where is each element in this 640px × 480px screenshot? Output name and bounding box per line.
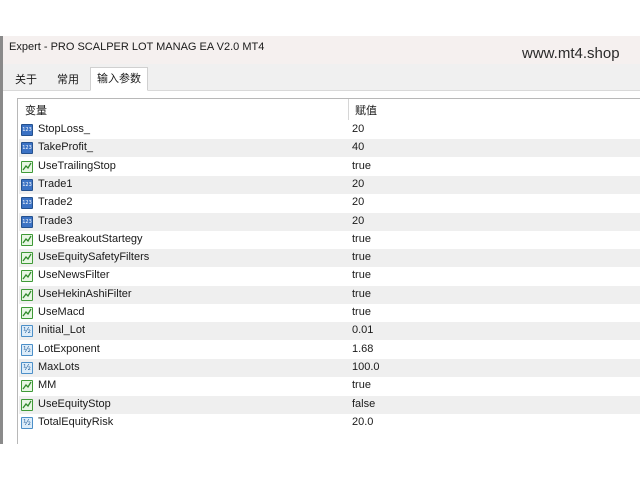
int-icon: [21, 179, 33, 191]
parameter-name: UseTrailingStop: [38, 160, 116, 172]
parameter-value[interactable]: 100.0: [352, 361, 380, 373]
column-header-variable[interactable]: 变量: [25, 102, 47, 118]
dialog-bottom-area: [0, 444, 640, 480]
bool-icon: [21, 307, 33, 319]
int-icon: [21, 124, 33, 136]
parameter-value[interactable]: true: [352, 379, 371, 391]
table-row[interactable]: UseTrailingStop true: [19, 158, 640, 176]
int-icon: [21, 197, 33, 209]
bool-icon: [21, 161, 33, 173]
window-title: Expert - PRO SCALPER LOT MANAG EA V2.0 M…: [9, 41, 265, 53]
parameter-value[interactable]: 40: [352, 141, 364, 153]
parameter-name: UseBreakoutStartegy: [38, 233, 143, 245]
table-row[interactable]: Trade3 20: [19, 213, 640, 231]
parameter-name: StopLoss_: [38, 123, 90, 135]
parameter-value[interactable]: true: [352, 160, 371, 172]
parameter-value[interactable]: true: [352, 306, 371, 318]
parameter-value[interactable]: false: [352, 398, 375, 410]
parameter-value[interactable]: true: [352, 269, 371, 281]
parameter-name: UseNewsFilter: [38, 269, 110, 281]
table-row[interactable]: MaxLots 100.0: [19, 359, 640, 377]
parameter-name: UseMacd: [38, 306, 85, 318]
parameter-value[interactable]: 1.68: [352, 343, 373, 355]
column-separator[interactable]: [348, 99, 349, 120]
table-row[interactable]: UseMacd true: [19, 304, 640, 322]
table-row[interactable]: Trade1 20: [19, 176, 640, 194]
dbl-icon: [21, 325, 33, 337]
parameter-name: TotalEquityRisk: [38, 416, 114, 428]
int-icon: [21, 142, 33, 154]
dbl-icon: [21, 362, 33, 374]
column-header-value[interactable]: 赋值: [355, 102, 377, 118]
parameter-value[interactable]: 20: [352, 196, 364, 208]
table-row[interactable]: StopLoss_ 20: [19, 121, 640, 139]
parameter-value[interactable]: true: [352, 251, 371, 263]
parameter-name: Trade1: [38, 178, 73, 190]
table-row[interactable]: UseEquityStop false: [19, 396, 640, 414]
bool-icon: [21, 380, 33, 392]
parameter-name: Trade3: [38, 215, 73, 227]
table-row[interactable]: TakeProfit_ 40: [19, 139, 640, 157]
expert-dialog: Expert - PRO SCALPER LOT MANAG EA V2.0 M…: [0, 0, 640, 480]
parameter-name: LotExponent: [38, 343, 100, 355]
table-row[interactable]: TotalEquityRisk 20.0: [19, 414, 640, 432]
bool-icon: [21, 270, 33, 282]
bool-icon: [21, 289, 33, 301]
table-row[interactable]: UseBreakoutStartegy true: [19, 231, 640, 249]
tab-common[interactable]: 常用: [48, 69, 88, 91]
watermark-text: www.mt4.shop: [522, 45, 620, 62]
table-row[interactable]: LotExponent 1.68: [19, 341, 640, 359]
parameter-value[interactable]: 20.0: [352, 416, 373, 428]
tab-about[interactable]: 关于: [8, 69, 44, 91]
table-row[interactable]: MM true: [19, 377, 640, 395]
parameter-name: Initial_Lot: [38, 324, 86, 336]
dbl-icon: [21, 344, 33, 356]
int-icon: [21, 216, 33, 228]
parameter-name: Trade2: [38, 196, 73, 208]
parameter-name: MaxLots: [38, 361, 80, 373]
dbl-icon: [21, 417, 33, 429]
table-row[interactable]: Initial_Lot 0.01: [19, 322, 640, 340]
table-header: [18, 101, 640, 119]
tab-inputs[interactable]: 输入参数: [90, 67, 148, 91]
parameter-value[interactable]: 20: [352, 123, 364, 135]
parameter-value[interactable]: 20: [352, 178, 364, 190]
parameter-name: UseEquitySafetyFilters: [38, 251, 150, 263]
parameter-name: UseHekinAshiFilter: [38, 288, 132, 300]
table-row[interactable]: UseHekinAshiFilter true: [19, 286, 640, 304]
bool-icon: [21, 399, 33, 411]
table-row[interactable]: UseEquitySafetyFilters true: [19, 249, 640, 267]
parameter-value[interactable]: true: [352, 288, 371, 300]
parameter-value[interactable]: 20: [352, 215, 364, 227]
table-row[interactable]: Trade2 20: [19, 194, 640, 212]
bool-icon: [21, 234, 33, 246]
parameter-name: MM: [38, 379, 57, 391]
table-row[interactable]: UseNewsFilter true: [19, 267, 640, 285]
parameter-name: TakeProfit_: [38, 141, 94, 153]
parameter-name: UseEquityStop: [38, 398, 111, 410]
parameter-value[interactable]: 0.01: [352, 324, 373, 336]
parameter-value[interactable]: true: [352, 233, 371, 245]
bool-icon: [21, 252, 33, 264]
